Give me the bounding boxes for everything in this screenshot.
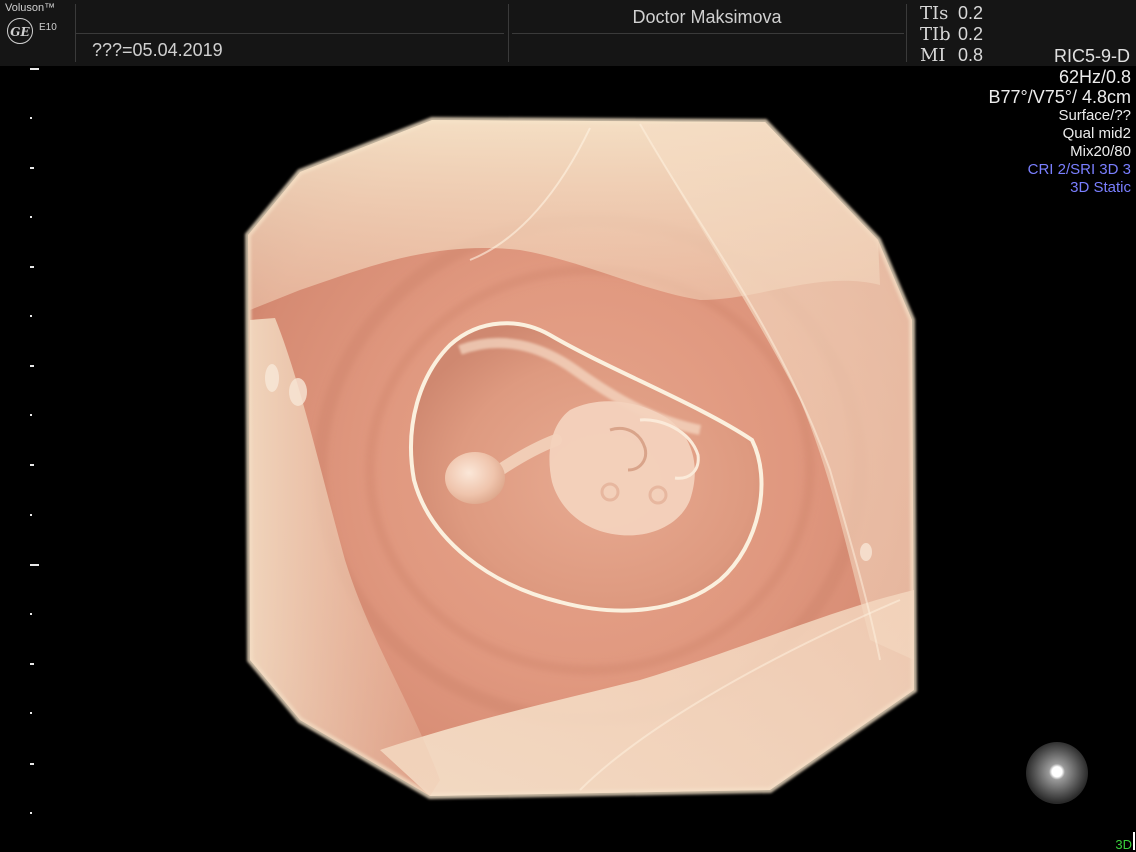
display-mode: 3D bbox=[1115, 837, 1132, 852]
yolk-sac bbox=[445, 452, 505, 504]
tissue-deposit bbox=[860, 543, 872, 561]
tissue-deposit bbox=[289, 378, 307, 406]
volume-render-view[interactable] bbox=[0, 0, 1136, 852]
orientation-ball-icon[interactable] bbox=[1026, 742, 1088, 804]
cursor-marker bbox=[1133, 832, 1135, 850]
tissue-deposit bbox=[265, 364, 279, 392]
